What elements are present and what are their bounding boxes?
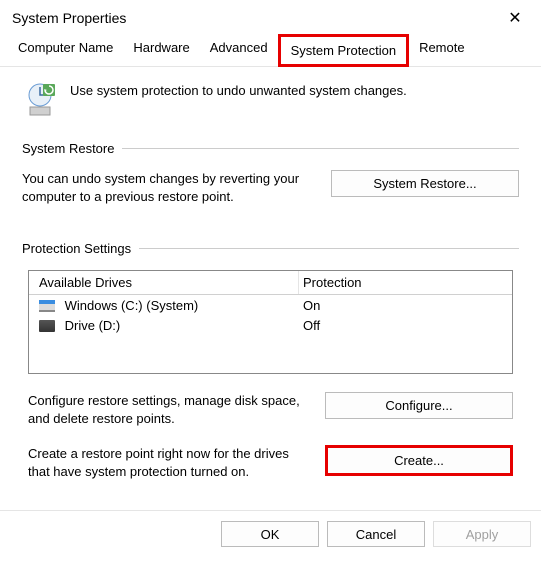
tab-computer-name[interactable]: Computer Name	[8, 34, 123, 66]
intro-text: Use system protection to undo unwanted s…	[70, 81, 407, 117]
system-restore-button[interactable]: System Restore...	[331, 170, 519, 197]
window-title: System Properties	[12, 10, 126, 26]
titlebar: System Properties ✕	[0, 0, 541, 34]
drives-table: Available Drives Protection Windows (C:)…	[28, 270, 513, 374]
configure-desc: Configure restore settings, manage disk …	[28, 392, 307, 427]
system-restore-header: System Restore	[22, 141, 519, 156]
hard-drive-icon	[39, 320, 55, 332]
system-restore-label: System Restore	[22, 141, 114, 156]
tab-hardware[interactable]: Hardware	[123, 34, 199, 66]
divider	[139, 248, 519, 249]
drive-name: Drive (D:)	[65, 318, 121, 333]
intro-row: Use system protection to undo unwanted s…	[22, 81, 519, 117]
create-desc: Create a restore point right now for the…	[28, 445, 307, 480]
tab-system-protection[interactable]: System Protection	[278, 34, 410, 67]
create-button[interactable]: Create...	[325, 445, 513, 476]
tab-remote[interactable]: Remote	[409, 34, 475, 66]
tab-content: Use system protection to undo unwanted s…	[0, 67, 541, 508]
tab-strip: Computer Name Hardware Advanced System P…	[0, 34, 541, 67]
table-row[interactable]: Windows (C:) (System) On	[29, 295, 512, 315]
protection-settings-header: Protection Settings	[22, 241, 519, 256]
ok-button[interactable]: OK	[221, 521, 319, 547]
windows-drive-icon	[39, 300, 55, 312]
protection-settings-label: Protection Settings	[22, 241, 131, 256]
configure-row: Configure restore settings, manage disk …	[22, 392, 519, 427]
system-protection-icon	[22, 81, 58, 117]
restore-row: You can undo system changes by reverting…	[22, 170, 519, 205]
protection-status: On	[299, 298, 512, 313]
restore-desc: You can undo system changes by reverting…	[22, 170, 313, 205]
drives-header: Available Drives Protection	[29, 271, 512, 295]
protection-status: Off	[299, 318, 512, 333]
drive-cell: Windows (C:) (System)	[29, 298, 299, 313]
divider	[122, 148, 519, 149]
drive-name: Windows (C:) (System)	[65, 298, 199, 313]
tab-advanced[interactable]: Advanced	[200, 34, 278, 66]
configure-button[interactable]: Configure...	[325, 392, 513, 419]
apply-button: Apply	[433, 521, 531, 547]
table-row[interactable]: Drive (D:) Off	[29, 315, 512, 335]
create-row: Create a restore point right now for the…	[22, 445, 519, 480]
col-protection[interactable]: Protection	[299, 275, 512, 290]
close-icon[interactable]: ✕	[501, 8, 529, 28]
col-available-drives[interactable]: Available Drives	[29, 271, 299, 294]
dialog-buttons: OK Cancel Apply	[0, 510, 541, 557]
drive-cell: Drive (D:)	[29, 318, 299, 333]
cancel-button[interactable]: Cancel	[327, 521, 425, 547]
